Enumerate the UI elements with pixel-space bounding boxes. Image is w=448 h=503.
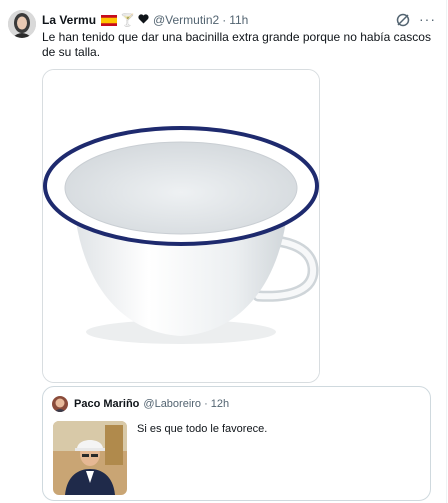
quoted-time[interactable]: 12h <box>211 398 229 410</box>
more-icon[interactable]: ··· <box>419 12 437 28</box>
grok-icon[interactable] <box>395 12 411 28</box>
quoted-tweet[interactable]: Paco Mariño @Laboreiro · 12h Si es que t… <box>42 386 431 501</box>
separator-dot: · <box>222 13 227 27</box>
quoted-author-name[interactable]: Paco Mariño <box>74 398 139 410</box>
author-name[interactable]: La Vermu <box>42 13 96 27</box>
heart-icon <box>138 13 149 27</box>
quoted-header: Paco Mariño @Laboreiro · 12h <box>74 396 229 412</box>
tweet-image[interactable] <box>42 69 320 383</box>
tweet-card[interactable]: La Vermu 🍸 @Vermutin2 · 11h ··· Le han t… <box>0 0 447 503</box>
quoted-separator-dot: · <box>204 398 208 410</box>
quoted-author-avatar[interactable] <box>52 396 68 412</box>
author-handle[interactable]: @Vermutin2 <box>153 13 219 27</box>
spain-flag-icon <box>101 14 118 26</box>
tweet-text: Le han tenido que dar una bacinilla extr… <box>42 30 431 59</box>
tweet-time[interactable]: 11h <box>229 13 248 27</box>
chamber-pot-image <box>43 70 319 382</box>
quoted-author-handle[interactable]: @Laboreiro <box>143 398 201 410</box>
tweet-header: La Vermu 🍸 @Vermutin2 · 11h <box>42 11 248 29</box>
cocktail-icon: 🍸 <box>120 13 135 27</box>
quoted-text: Si es que todo le favorece. <box>137 423 268 435</box>
author-avatar[interactable] <box>8 10 36 38</box>
quoted-image[interactable] <box>53 421 127 495</box>
